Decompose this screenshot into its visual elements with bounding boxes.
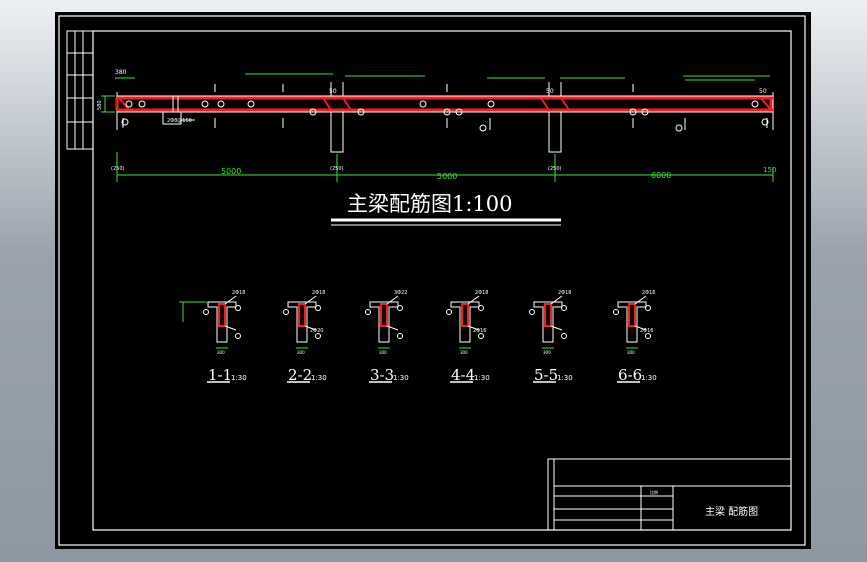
- section-4: 3002Φ182Φ164-41:30: [446, 290, 490, 384]
- axis-label-1: (250): [111, 166, 124, 172]
- support-label-1: 50: [329, 88, 337, 95]
- drawing-canvas: 5000 5000 6000 150 380 50 50 50 2Φ8@150 …: [58, 15, 806, 546]
- section-width: 300: [460, 350, 468, 355]
- drawing-title: 主梁配筋图1:100: [347, 192, 513, 216]
- cad-viewport[interactable]: 5000 5000 6000 150 380 50 50 50 2Φ8@150 …: [0, 0, 867, 562]
- section-details: 3002Φ181-11:303002Φ182Φ202-21:303003Φ223…: [179, 290, 657, 384]
- section-top-bar: 3Φ22: [394, 290, 407, 296]
- support-label-2: 50: [546, 88, 554, 95]
- section-scale: 1:30: [474, 374, 490, 382]
- section-width: 300: [627, 350, 635, 355]
- section-scale: 1:30: [393, 374, 409, 382]
- col-width-dim: 380: [115, 69, 127, 76]
- section-scale: 1:30: [231, 374, 247, 382]
- binding-strip: [66, 30, 94, 150]
- section-2: 3002Φ182Φ202-21:30: [283, 290, 327, 384]
- title-block-drawing-name: 主梁 配筋图: [705, 505, 758, 518]
- support-label-3: 50: [759, 88, 767, 95]
- section-3: 3003Φ223-31:30: [365, 290, 409, 384]
- section-bottom-bar: 2Φ16: [640, 328, 653, 334]
- section-6: 3002Φ162Φ166-61:30: [613, 290, 657, 384]
- span-dim-3: 6000: [651, 171, 671, 180]
- title-block-small-label: 比例: [650, 489, 658, 495]
- section-top-bar: 2Φ18: [475, 290, 488, 296]
- section-width: 300: [379, 350, 387, 355]
- section-width: 300: [297, 350, 305, 355]
- span-dim-2: 5000: [437, 172, 457, 181]
- section-bottom-bar: 2Φ16: [473, 328, 486, 334]
- section-top-bar: 2Φ18: [558, 290, 571, 296]
- axis-label-3: (250): [548, 166, 561, 172]
- drawing-sheet: 5000 5000 6000 150 380 50 50 50 2Φ8@150 …: [55, 12, 811, 549]
- title-block: [547, 458, 792, 531]
- beam-height-dim: 580: [97, 100, 103, 110]
- stirrup-callout: 2Φ8@150: [167, 118, 192, 124]
- section-top-bar: 2Φ18: [232, 290, 245, 296]
- axis-label-2: (250): [330, 166, 343, 172]
- end-dim: 150: [763, 166, 776, 174]
- section-width: 300: [543, 350, 551, 355]
- section-5: 3002Φ185-51:30: [529, 290, 573, 384]
- inner-frame: [92, 30, 792, 531]
- beam-elevation: [101, 73, 774, 182]
- outer-frame: [58, 15, 806, 546]
- section-scale: 1:30: [557, 374, 573, 382]
- section-bottom-bar: 2Φ20: [310, 328, 323, 334]
- section-scale: 1:30: [311, 374, 327, 382]
- section-top-bar: 2Φ18: [312, 290, 325, 296]
- section-width: 300: [217, 350, 225, 355]
- section-1: 3002Φ181-11:30: [203, 290, 247, 384]
- section-scale: 1:30: [641, 374, 657, 382]
- section-top-bar: 2Φ16: [642, 290, 655, 296]
- span-dim-1: 5000: [221, 167, 241, 176]
